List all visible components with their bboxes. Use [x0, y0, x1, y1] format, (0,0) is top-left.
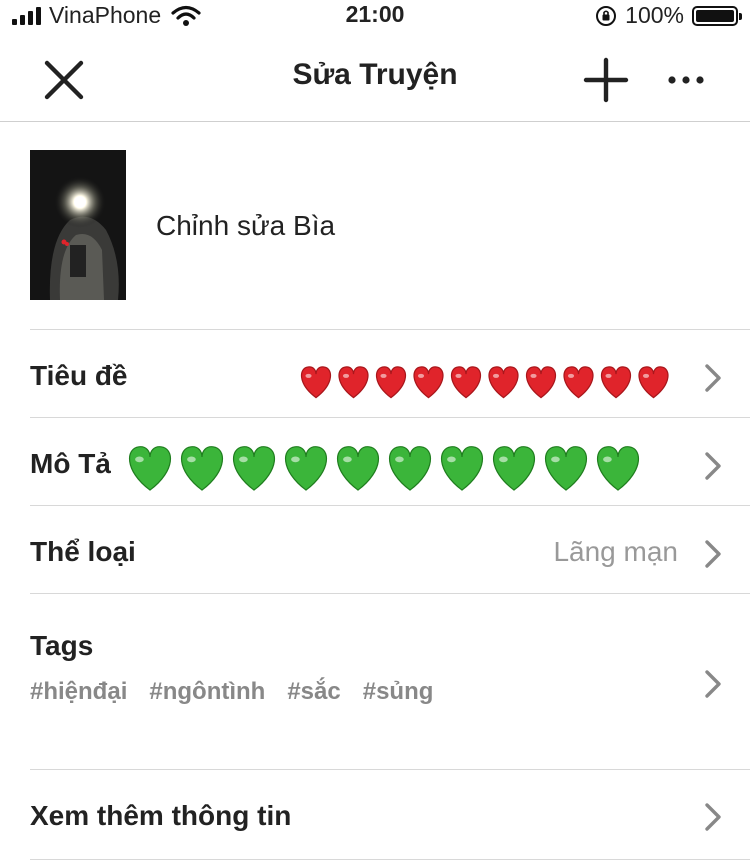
title-label: Tiêu đề — [30, 360, 128, 391]
genre-row[interactable]: Thể loại Lãng mạn — [30, 506, 750, 594]
heart-icon — [128, 446, 172, 491]
heart-icon — [180, 446, 224, 491]
heart-icon — [413, 366, 444, 399]
heart-highlight — [530, 373, 537, 378]
heart-highlight — [395, 456, 404, 463]
genre-label: Thể loại — [30, 536, 136, 567]
heart-icon — [563, 366, 594, 399]
chevron-right-icon — [705, 364, 721, 392]
tag: #sắc — [287, 678, 341, 705]
description-row[interactable]: Mô Tả — [30, 418, 750, 506]
heart-highlight — [499, 456, 508, 463]
heart-icon — [638, 366, 669, 399]
heart-highlight — [605, 373, 612, 378]
heart-icon — [284, 446, 328, 491]
heart-highlight — [135, 456, 144, 463]
title-value — [298, 362, 678, 402]
green-hearts — [128, 446, 640, 491]
status-right: 100% — [595, 2, 742, 29]
heart-icon — [451, 366, 481, 399]
tag: #hiệnđại — [30, 678, 128, 705]
more-info-label: Xem thêm thông tin — [30, 800, 292, 831]
chevron-right-icon — [705, 803, 721, 831]
more-button[interactable] — [664, 56, 712, 104]
orientation-lock-icon — [596, 5, 617, 26]
heart-highlight — [291, 456, 300, 463]
heart-icon — [338, 366, 369, 399]
tag-list: #hiệnđại #ngôntình #sắc #sủng — [30, 678, 455, 706]
heart-icon — [232, 446, 276, 491]
navigation-bar: Sửa Truyện — [0, 30, 750, 122]
heart-highlight — [567, 373, 575, 378]
chevron-right-icon — [705, 452, 721, 480]
heart-highlight — [551, 456, 560, 463]
heart-icon — [301, 366, 331, 399]
heart-highlight — [642, 373, 650, 378]
battery-icon — [692, 5, 742, 26]
heart-highlight — [239, 456, 248, 463]
edit-cover-label: Chỉnh sửa Bìa — [156, 210, 336, 241]
heart-highlight — [417, 373, 425, 378]
heart-highlight — [305, 373, 312, 378]
heart-icon — [526, 366, 556, 399]
heart-icon — [376, 366, 406, 399]
plus-icon — [583, 57, 629, 103]
heart-icon — [492, 446, 536, 491]
heart-icon — [336, 446, 380, 491]
heart-highlight — [455, 373, 462, 378]
heart-icon — [440, 446, 484, 491]
heart-highlight — [380, 373, 387, 378]
heart-highlight — [603, 456, 612, 463]
heart-highlight — [343, 456, 352, 463]
tags-row[interactable]: Tags #hiệnđại #ngôntình #sắc #sủng — [30, 594, 750, 770]
status-bar: VinaPhone 21:00 100% — [0, 0, 750, 30]
add-button[interactable] — [582, 56, 630, 104]
tag: #sủng — [362, 678, 434, 705]
heart-icon — [596, 446, 640, 491]
more-info-row[interactable]: Xem thêm thông tin — [30, 770, 750, 860]
page-title: Sửa Truyện — [292, 58, 458, 91]
red-hearts — [301, 366, 669, 399]
heart-icon — [388, 446, 432, 491]
title-row[interactable]: Tiêu đề — [30, 330, 750, 418]
edit-cover-row[interactable]: Chỉnh sửa Bìa — [30, 150, 750, 330]
tag: #ngôntình — [149, 678, 266, 705]
heart-highlight — [342, 373, 350, 378]
heart-icon — [601, 366, 631, 399]
heart-icon — [544, 446, 588, 491]
more-icon — [668, 76, 704, 84]
description-value — [122, 442, 682, 494]
description-label: Mô Tả — [30, 448, 111, 479]
chevron-right-icon — [705, 670, 721, 698]
heart-icon — [488, 366, 519, 399]
heart-highlight — [447, 456, 456, 463]
battery-percent: 100% — [625, 2, 684, 28]
cover-image — [30, 150, 126, 300]
genre-value: Lãng mạn — [553, 536, 678, 567]
heart-highlight — [492, 373, 500, 378]
heart-highlight — [187, 456, 196, 463]
chevron-right-icon — [705, 540, 721, 568]
tags-label: Tags — [30, 630, 94, 661]
